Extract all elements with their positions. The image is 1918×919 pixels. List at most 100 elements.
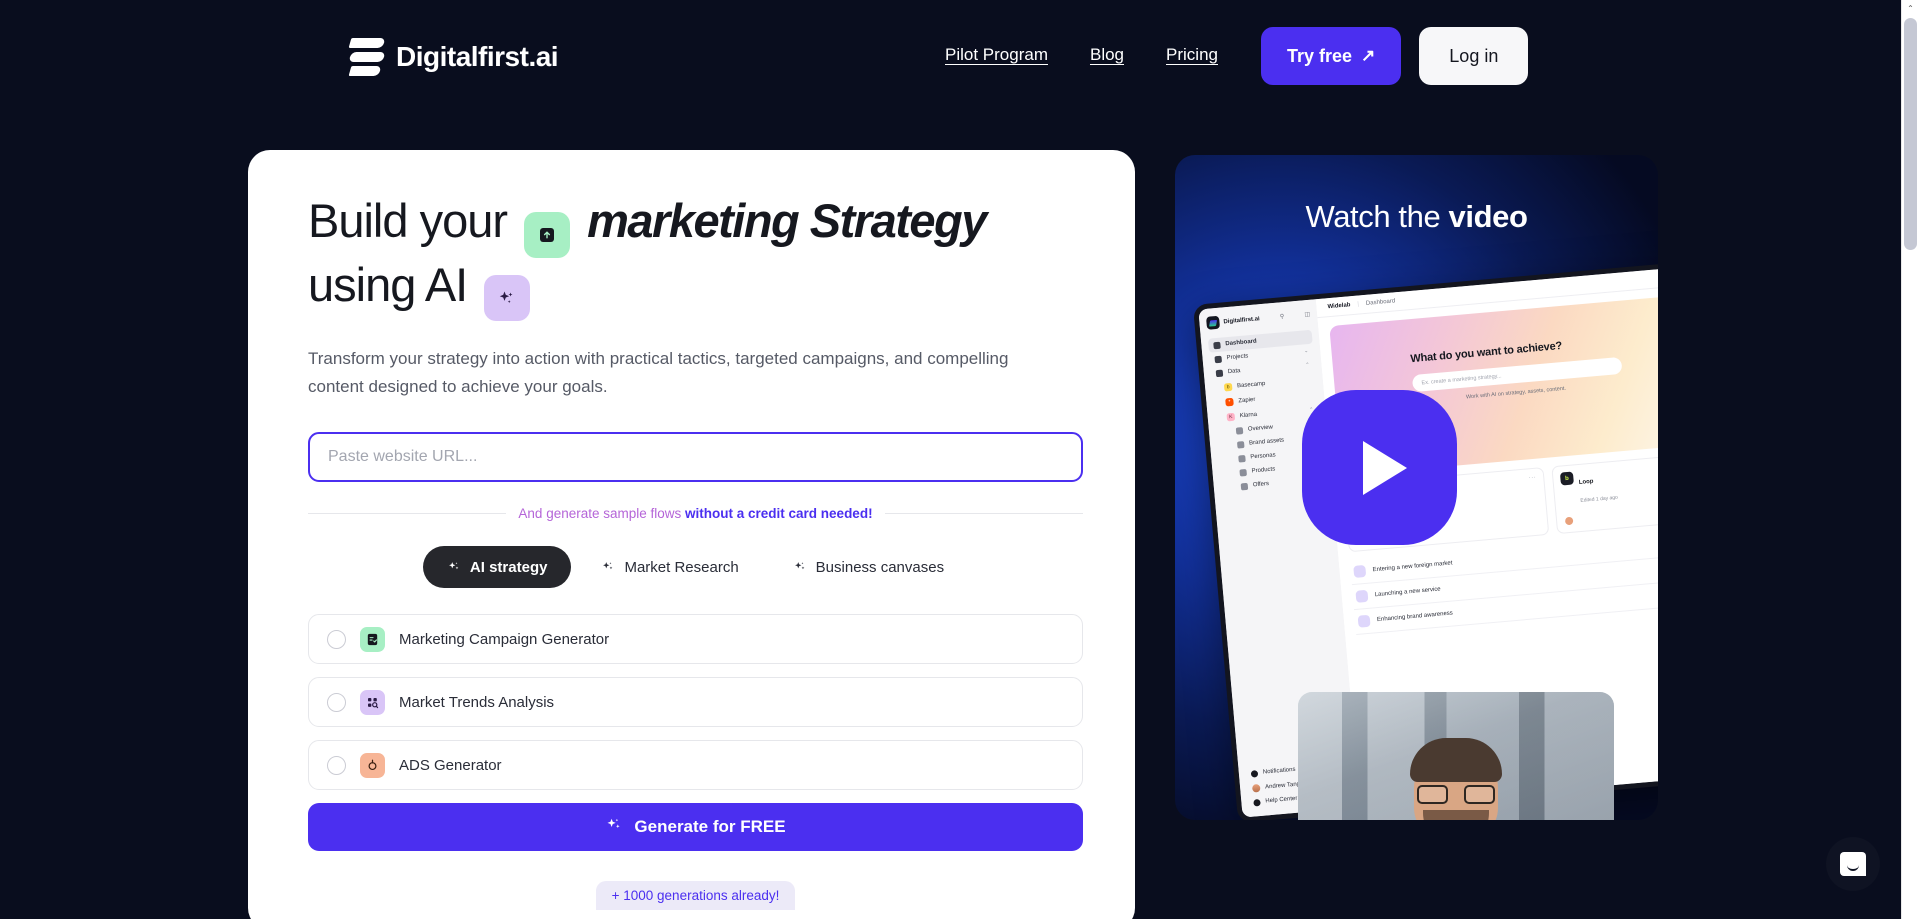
grid-icon — [1213, 341, 1221, 349]
page-title: Build your marketing Strategy using AI — [308, 194, 1075, 321]
divider-text-bold: without a credit card needed! — [685, 505, 873, 521]
radio-button[interactable] — [327, 629, 346, 649]
category-tabs: AI strategy Market Research Business can… — [308, 546, 1083, 589]
mock-nav-label: Projects — [1226, 353, 1249, 362]
radio-button[interactable] — [327, 692, 346, 712]
main-nav: Pilot Program Blog Pricing — [945, 45, 1218, 65]
zapier-icon: * — [1225, 397, 1234, 406]
launch-icon — [1355, 589, 1369, 603]
loop-icon: b — [1559, 471, 1574, 486]
hero-subtitle: Transform your strategy into action with… — [308, 349, 1009, 396]
option-label: ADS Generator — [399, 756, 502, 774]
play-video-button[interactable] — [1302, 390, 1457, 545]
nav-link-blog[interactable]: Blog — [1090, 45, 1124, 65]
mock-card-subtitle: Edited 1 day ago — [1580, 494, 1619, 504]
mock-hero-placeholder: Ex. create a marketing strategy... — [1421, 372, 1502, 386]
chat-bubble-icon — [1840, 852, 1866, 876]
play-triangle-icon — [1362, 440, 1407, 495]
mock-nav-label: Products — [1251, 466, 1276, 475]
database-icon — [1215, 369, 1224, 377]
generate-for-free-button[interactable]: Generate for FREE — [308, 803, 1083, 852]
arrow-up-right-icon: ↗ — [1361, 46, 1376, 65]
scrollbar-thumb[interactable] — [1904, 18, 1917, 250]
folder-icon — [1214, 355, 1222, 363]
search-icon: ⚲ — [1279, 314, 1285, 321]
header-actions: Try free ↗ Log in — [1261, 27, 1529, 85]
sparkle-icon — [601, 560, 615, 574]
campaign-icon — [524, 212, 571, 258]
klarna-icon: K — [1226, 412, 1236, 421]
bell-icon — [1250, 769, 1259, 778]
target-icon — [360, 752, 385, 778]
presenter-beard — [1423, 810, 1489, 820]
tab-label: Market Research — [624, 558, 739, 576]
mock-logo-mark — [1205, 315, 1221, 330]
mock-nav-label: Overview — [1247, 424, 1274, 433]
headline-part-3: using AI — [308, 258, 468, 311]
chat-widget-button[interactable] — [1826, 837, 1880, 891]
mock-suggestion-label: Enhancing brand awareness — [1376, 610, 1454, 624]
mock-brand: Digitalfirst.ai ⚲ ◫ — [1205, 308, 1311, 330]
divider-label: And generate sample flows without a cred… — [506, 505, 885, 521]
mock-card-loop: b Loop Edited 1 day ago — [1551, 448, 1658, 535]
sparkle-icon — [447, 560, 461, 574]
checklist-icon — [360, 626, 385, 652]
assets-icon — [1236, 440, 1245, 449]
basecamp-icon: b — [1223, 382, 1233, 392]
mock-nav-label: Dashboard — [1225, 338, 1257, 348]
page-scrollbar[interactable]: ⌃ — [1901, 0, 1918, 919]
scrollbar-up-arrow[interactable]: ⌃ — [1902, 0, 1918, 17]
log-in-button[interactable]: Log in — [1419, 27, 1529, 85]
overview-icon — [1235, 426, 1244, 435]
tab-market-research[interactable]: Market Research — [577, 546, 762, 588]
watch-video-title: Watch the video — [1175, 199, 1658, 235]
try-free-button[interactable]: Try free ↗ — [1261, 27, 1402, 85]
sparkle-icon — [793, 560, 807, 574]
headline-part-1: Build your — [308, 194, 508, 247]
mock-brand-text: Digitalfirst.ai — [1223, 315, 1260, 325]
option-market-trends-analysis[interactable]: Market Trends Analysis — [308, 677, 1083, 728]
mock-nav-label: Offers — [1252, 481, 1270, 489]
breadcrumb-workspace: Widelab — [1327, 302, 1351, 311]
market-icon — [1353, 564, 1367, 578]
mock-nav-label: Andrew Tang — [1264, 780, 1301, 790]
products-icon — [1239, 468, 1247, 477]
option-label: Market Trends Analysis — [399, 693, 555, 711]
breadcrumb-separator: | — [1357, 301, 1360, 308]
tab-ai-strategy[interactable]: AI strategy — [422, 546, 572, 589]
logo[interactable]: Digitalfirst.ai — [348, 38, 559, 76]
more-options-icon: ··· — [1528, 474, 1537, 482]
mock-suggestion-label: Launching a new service — [1374, 586, 1441, 599]
tab-business-canvases[interactable]: Business canvases — [769, 546, 968, 588]
video-promo-panel[interactable]: Watch the video Digitalfirst.ai ⚲ ◫ Dash… — [1175, 155, 1658, 820]
mock-nav-label: Help Center — [1265, 795, 1298, 805]
persona-icon — [1238, 454, 1246, 463]
watch-title-bold: video — [1448, 199, 1528, 234]
nav-link-pilot-program[interactable]: Pilot Program — [945, 45, 1048, 65]
mock-nav-label: Brand assets — [1248, 437, 1285, 447]
presenter-glasses — [1417, 784, 1495, 804]
offers-icon — [1240, 482, 1249, 490]
nav-link-pricing[interactable]: Pricing — [1166, 45, 1218, 65]
mock-hero-question: What do you want to achieve? — [1409, 339, 1563, 366]
option-marketing-campaign-generator[interactable]: Marketing Campaign Generator — [308, 614, 1083, 665]
sparkle-icon — [605, 816, 623, 839]
mock-nav-label: Notifications — [1262, 766, 1296, 776]
website-url-input[interactable] — [308, 432, 1083, 483]
option-ads-generator[interactable]: ADS Generator — [308, 740, 1083, 791]
no-credit-card-divider: And generate sample flows without a cred… — [308, 504, 1083, 522]
digitalfirst-logo-mark — [348, 38, 386, 76]
presenter-video-thumbnail[interactable] — [1298, 692, 1614, 820]
generations-counter-wrap: + 1000 generations already! — [308, 881, 1083, 911]
site-header: Digitalfirst.ai Pilot Program Blog Prici… — [0, 0, 1901, 118]
landing-page: Digitalfirst.ai Pilot Program Blog Prici… — [0, 0, 1918, 919]
tab-label: AI strategy — [469, 558, 548, 576]
awareness-icon — [1357, 614, 1371, 628]
grid-search-icon — [360, 689, 385, 715]
avatar — [1251, 783, 1261, 793]
mock-nav-label: Basecamp — [1236, 380, 1266, 389]
radio-button[interactable] — [327, 755, 346, 775]
tab-label: Business canvases — [815, 558, 945, 576]
mock-nav-label: Zapier — [1238, 396, 1256, 404]
chevron-up-icon: ⌃ — [1305, 362, 1310, 369]
